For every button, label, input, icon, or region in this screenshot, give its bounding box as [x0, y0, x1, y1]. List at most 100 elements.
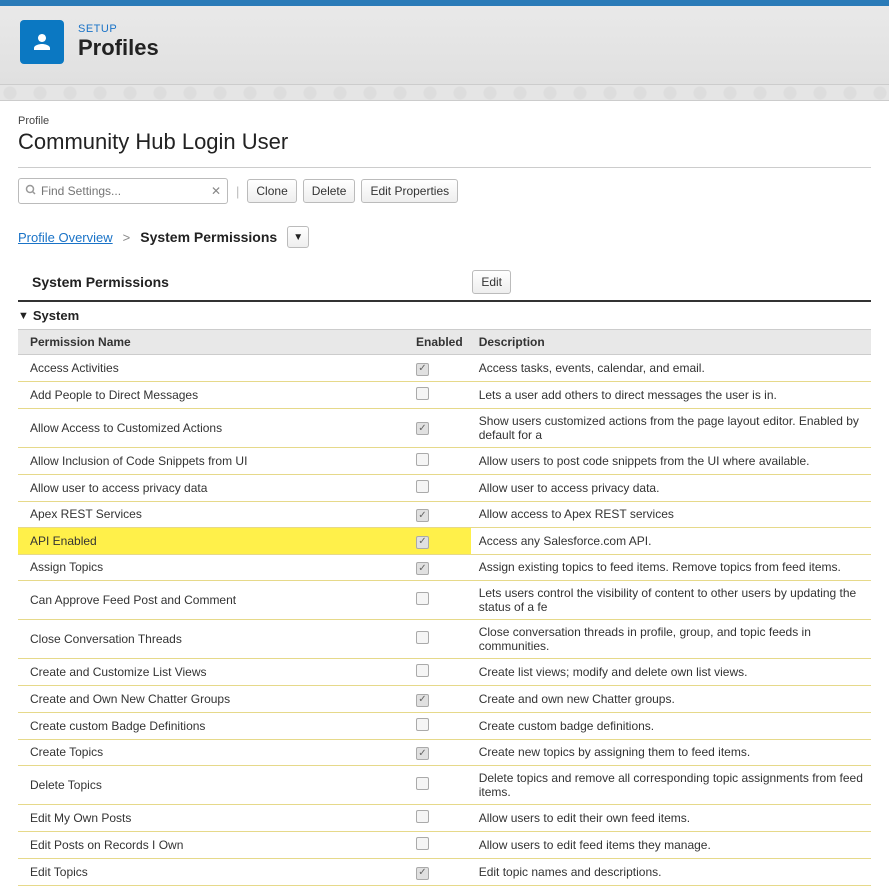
- breadcrumb-separator: >: [123, 230, 131, 245]
- table-row: Edit Topics Edit topic names and descript…: [18, 859, 871, 886]
- permission-enabled-cell: [408, 659, 471, 686]
- permission-enabled-cell: [408, 474, 471, 501]
- checkbox-icon: [416, 718, 429, 731]
- permission-enabled-cell: [408, 739, 471, 766]
- permission-enabled-cell: [408, 408, 471, 447]
- permission-name-cell: Delete Topics: [18, 766, 408, 805]
- permission-name-cell: Edit Posts on Records I Own: [18, 832, 408, 859]
- permission-enabled-cell: [408, 686, 471, 713]
- table-row: Close Conversation Threads Close conversa…: [18, 620, 871, 659]
- checkbox-icon: [416, 422, 429, 435]
- edit-properties-button[interactable]: Edit Properties: [361, 179, 458, 203]
- checkbox-icon: [416, 810, 429, 823]
- permission-description-cell: Create new topics by assigning them to f…: [471, 739, 871, 766]
- divider: [18, 167, 871, 168]
- permission-description-cell: Allow users to post code snippets from t…: [471, 447, 871, 474]
- permission-description-cell: Edit topic names and descriptions.: [471, 859, 871, 886]
- permission-name-cell: Create and Customize List Views: [18, 659, 408, 686]
- permission-name-cell: Apex REST Services: [18, 501, 408, 528]
- clear-search-icon[interactable]: ✕: [211, 184, 221, 198]
- permission-name-cell: Edit My Own Posts: [18, 805, 408, 832]
- breadcrumb-overview-link[interactable]: Profile Overview: [18, 230, 113, 245]
- col-header-name: Permission Name: [18, 330, 408, 355]
- permission-enabled-cell: [408, 554, 471, 581]
- permission-description-cell: Lets users control the visibility of con…: [471, 581, 871, 620]
- col-header-description: Description: [471, 330, 871, 355]
- table-row: Access Activities Access tasks, events, c…: [18, 355, 871, 382]
- permission-enabled-cell: [408, 832, 471, 859]
- page-header: SETUP Profiles: [0, 6, 889, 85]
- page-title: Profiles: [78, 35, 159, 61]
- permission-name-cell: Access Activities: [18, 355, 408, 382]
- checkbox-icon: [416, 592, 429, 605]
- permission-name-cell: Edit Topics: [18, 859, 408, 886]
- permission-enabled-cell: [408, 581, 471, 620]
- checkbox-icon: [416, 837, 429, 850]
- permission-enabled-cell: [408, 355, 471, 382]
- table-row: Delete Topics Delete topics and remove al…: [18, 766, 871, 805]
- permission-enabled-cell: [408, 501, 471, 528]
- table-row: Edit Posts on Records I Own Allow users t…: [18, 832, 871, 859]
- table-row: Can Approve Feed Post and CommentLets us…: [18, 581, 871, 620]
- table-row: Allow user to access privacy data Allow u…: [18, 474, 871, 501]
- permission-description-cell: Access tasks, events, calendar, and emai…: [471, 355, 871, 382]
- checkbox-icon: [416, 387, 429, 400]
- breadcrumb-dropdown-button[interactable]: ▼: [287, 226, 309, 248]
- permission-description-cell: Lets a user add others to direct message…: [471, 381, 871, 408]
- permission-description-cell: Allow access to Apex REST services: [471, 501, 871, 528]
- permission-enabled-cell: [408, 859, 471, 886]
- table-row: Allow Inclusion of Code Snippets from UI…: [18, 447, 871, 474]
- table-row: Create Topics Create new topics by assign…: [18, 739, 871, 766]
- permission-enabled-cell: [408, 381, 471, 408]
- checkbox-icon: [416, 777, 429, 790]
- delete-button[interactable]: Delete: [303, 179, 356, 203]
- permission-description-cell: Delete topics and remove all correspondi…: [471, 766, 871, 805]
- checkbox-icon: [416, 747, 429, 760]
- permission-description-cell: Access any Salesforce.com API.: [471, 528, 871, 555]
- permission-name-cell: Create Topics: [18, 739, 408, 766]
- permission-name-cell: Allow user to access privacy data: [18, 474, 408, 501]
- permission-enabled-cell: [408, 805, 471, 832]
- permission-name-cell: Add People to Direct Messages: [18, 381, 408, 408]
- system-group-header[interactable]: ▼ System: [18, 300, 871, 329]
- table-row: Assign Topics Assign existing topics to f…: [18, 554, 871, 581]
- clone-button[interactable]: Clone: [247, 179, 296, 203]
- permission-description-cell: Create and own new Chatter groups.: [471, 686, 871, 713]
- checkbox-icon: [416, 562, 429, 575]
- checkbox-icon: [416, 536, 429, 549]
- search-input-wrap[interactable]: ✕: [18, 178, 228, 204]
- checkbox-icon: [416, 867, 429, 880]
- toolbar-separator: |: [234, 184, 241, 199]
- checkbox-icon: [416, 694, 429, 707]
- permission-description-cell: Allow user to access privacy data.: [471, 474, 871, 501]
- permission-description-cell: Allow users to edit feed items they mana…: [471, 832, 871, 859]
- permission-description-cell: Assign existing topics to feed items. Re…: [471, 554, 871, 581]
- permission-description-cell: Close conversation threads in profile, g…: [471, 620, 871, 659]
- permission-enabled-cell: [408, 528, 471, 555]
- decorative-pattern: [0, 85, 889, 101]
- search-input[interactable]: [41, 184, 211, 198]
- table-row: Create and Own New Chatter GroupsCreate …: [18, 686, 871, 713]
- section-title: System Permissions: [32, 274, 169, 290]
- permission-name-cell: Allow Access to Customized Actions: [18, 408, 408, 447]
- permissions-table: Permission Name Enabled Description Acce…: [18, 329, 871, 886]
- permission-name-cell: Close Conversation Threads: [18, 620, 408, 659]
- permission-name-cell: Assign Topics: [18, 554, 408, 581]
- col-header-enabled: Enabled: [408, 330, 471, 355]
- permission-enabled-cell: [408, 620, 471, 659]
- checkbox-icon: [416, 664, 429, 677]
- table-row: Add People to Direct Messages Lets a user…: [18, 381, 871, 408]
- breadcrumb-current: System Permissions: [140, 229, 277, 245]
- checkbox-icon: [416, 631, 429, 644]
- setup-avatar-icon: [20, 20, 64, 64]
- checkbox-icon: [416, 453, 429, 466]
- table-row: Edit My Own Posts Allow users to edit the…: [18, 805, 871, 832]
- search-icon: [25, 184, 37, 199]
- edit-button[interactable]: Edit: [472, 270, 511, 294]
- collapse-triangle-icon: ▼: [18, 310, 29, 322]
- permission-description-cell: Allow users to edit their own feed items…: [471, 805, 871, 832]
- table-row: Create and Customize List ViewsCreate li…: [18, 659, 871, 686]
- checkbox-icon: [416, 363, 429, 376]
- checkbox-icon: [416, 509, 429, 522]
- toolbar: ✕ | Clone Delete Edit Properties: [18, 178, 871, 204]
